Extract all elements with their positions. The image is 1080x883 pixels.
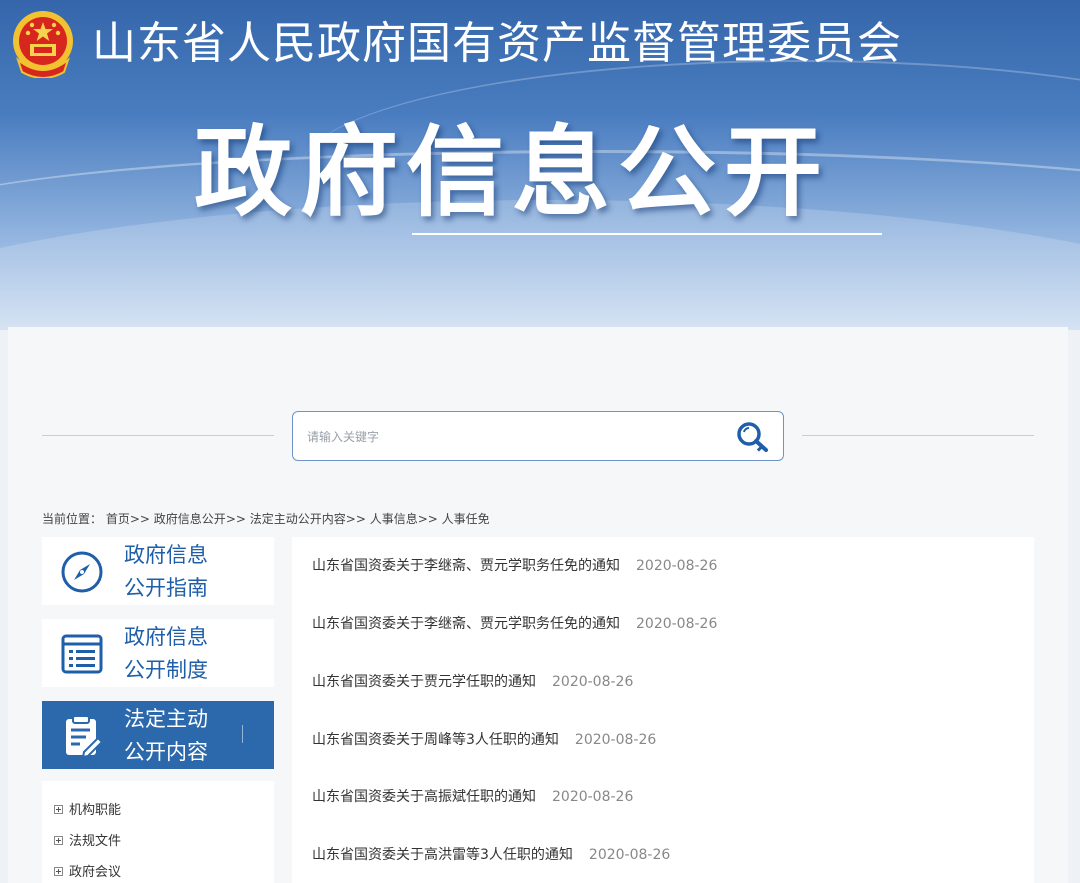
sidebar-item-label: 政府信息 <box>124 543 208 567</box>
sidebar-item-guide[interactable]: 政府信息 公开指南 <box>42 537 274 605</box>
expand-icon[interactable] <box>54 867 63 876</box>
national-emblem-icon <box>13 11 73 78</box>
article-title-link[interactable]: 山东省国资委关于高洪雷等3人任职的通知 <box>312 847 573 863</box>
list-item: 山东省国资委关于李继斋、贾元学职务任免的通知 2020-08-26 <box>312 612 717 636</box>
article-title-link[interactable]: 山东省国资委关于高振斌任职的通知 <box>312 789 536 805</box>
article-date: 2020-08-26 <box>574 732 657 748</box>
article-title-link[interactable]: 山东省国资委关于李继斋、贾元学职务任免的通知 <box>312 616 620 632</box>
search-box <box>292 411 784 461</box>
tree-item-label: 政府会议 <box>69 865 122 880</box>
article-date: 2020-08-26 <box>636 558 718 574</box>
tree-item-meetings[interactable]: 政府会议 <box>54 861 121 880</box>
article-date: 2020-08-26 <box>552 674 634 690</box>
breadcrumb-separator: >> <box>225 512 246 526</box>
expand-icon[interactable] <box>54 836 63 845</box>
main-panel: 当前位置： 首页>> 政府信息公开>> 法定主动公开内容>> 人事信息>> 人事… <box>8 327 1068 883</box>
article-date: 2020-08-26 <box>588 847 671 863</box>
article-date: 2020-08-26 <box>552 789 634 805</box>
breadcrumb-separator: >> <box>129 512 150 526</box>
breadcrumb-separator: >> <box>417 512 438 526</box>
clipboard-edit-icon <box>66 715 104 758</box>
article-title-link[interactable]: 山东省国资委关于周峰等3人任职的通知 <box>312 732 559 748</box>
compass-icon <box>61 551 103 593</box>
search-icon[interactable] <box>733 419 773 455</box>
tree-item-regulations[interactable]: 法规文件 <box>54 830 121 849</box>
divider <box>242 725 243 743</box>
document-list-icon <box>61 634 103 674</box>
breadcrumb-label: 当前位置： <box>42 512 103 526</box>
sidebar-item-system[interactable]: 政府信息 公开制度 <box>42 619 274 687</box>
list-item: 山东省国资委关于贾元学任职的通知 2020-08-26 <box>312 670 633 694</box>
tree-item-label: 机构职能 <box>69 803 122 818</box>
page-title: 政府信息公开 <box>194 116 831 230</box>
sidebar-item-label: 法定主动 <box>124 707 208 731</box>
tree-item-functions[interactable]: 机构职能 <box>54 799 121 818</box>
list-item: 山东省国资委关于高洪雷等3人任职的通知 2020-08-26 <box>312 843 670 867</box>
breadcrumb: 当前位置： 首页>> 政府信息公开>> 法定主动公开内容>> 人事信息>> 人事… <box>42 510 490 527</box>
article-title-link[interactable]: 山东省国资委关于贾元学任职的通知 <box>312 674 536 690</box>
breadcrumb-item-gov-info[interactable]: 政府信息公开 <box>154 512 226 526</box>
search-input[interactable] <box>307 426 707 448</box>
tree-item-label: 法规文件 <box>69 834 122 849</box>
sidebar-item-label: 公开制度 <box>124 658 208 682</box>
breadcrumb-item-personnel[interactable]: 人事信息 <box>370 512 418 526</box>
expand-icon[interactable] <box>54 805 63 814</box>
list-item: 山东省国资委关于高振斌任职的通知 2020-08-26 <box>312 785 633 809</box>
sidebar-item-mandatory[interactable]: 法定主动 公开内容 <box>42 701 274 769</box>
list-item: 山东省国资委关于李继斋、贾元学职务任免的通知 2020-08-26 <box>312 554 717 578</box>
sidebar-item-label: 政府信息 <box>124 625 208 649</box>
category-tree: 机构职能 法规文件 政府会议 <box>42 781 274 883</box>
breadcrumb-item-home[interactable]: 首页 <box>106 512 130 526</box>
divider <box>802 435 1034 436</box>
article-list: 山东省国资委关于李继斋、贾元学职务任免的通知 2020-08-26 山东省国资委关… <box>292 537 1034 883</box>
list-item: 山东省国资委关于周峰等3人任职的通知 2020-08-26 <box>312 728 656 752</box>
breadcrumb-separator: >> <box>345 512 366 526</box>
divider <box>42 435 274 436</box>
title-underline <box>412 233 882 235</box>
sidebar-item-label: 公开内容 <box>124 740 208 764</box>
breadcrumb-item-mandatory[interactable]: 法定主动公开内容 <box>250 512 346 526</box>
site-title: 山东省人民政府国有资产监督管理委员会 <box>92 18 902 69</box>
sidebar-item-label: 公开指南 <box>124 576 208 600</box>
header-banner: 山东省人民政府国有资产监督管理委员会 政府信息公开 <box>0 0 1080 330</box>
article-title-link[interactable]: 山东省国资委关于李继斋、贾元学职务任免的通知 <box>312 558 620 574</box>
article-date: 2020-08-26 <box>636 616 718 632</box>
breadcrumb-item-appointments[interactable]: 人事任免 <box>442 512 490 526</box>
